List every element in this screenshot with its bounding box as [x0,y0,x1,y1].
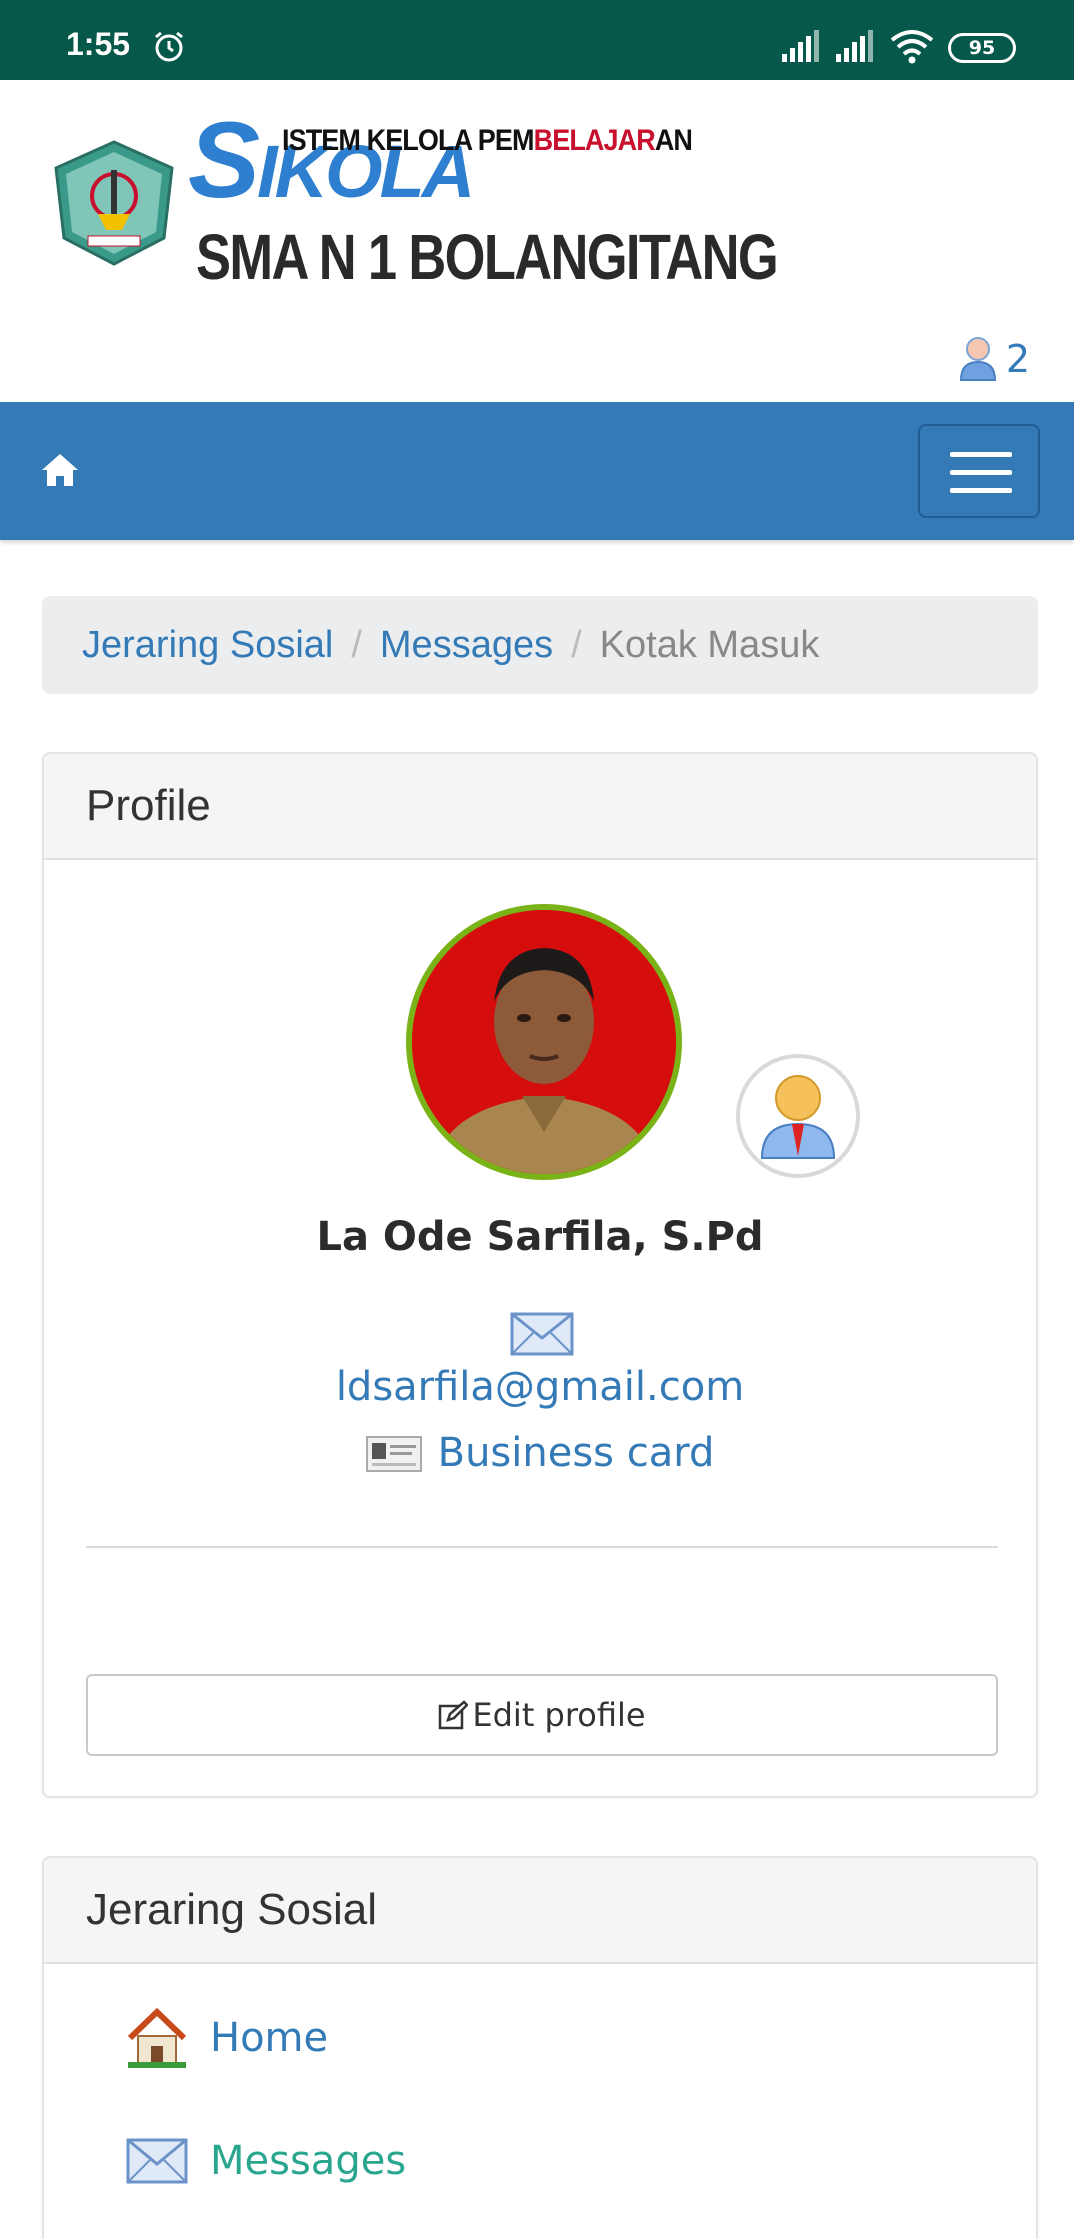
main-navbar [0,402,1074,540]
edit-profile-label: Edit profile [472,1696,646,1734]
breadcrumb-separator: / [351,623,362,666]
wifi-icon [890,30,934,64]
profile-panel-title: Profile [44,754,1036,860]
status-time: 1:55 [66,26,131,62]
divider [86,1546,998,1548]
social-panel-title: Jeraring Sosial [44,1858,1036,1964]
site-header: SIKOLA ISTEM KELOLA PEMBELAJARAN SMA N 1… [0,80,1074,402]
logo-school-name: SMA N 1 BOLANGITANG [196,221,779,293]
business-card-icon [365,1436,422,1472]
profile-panel: Profile La Ode Sarfila, S.Pd ldsarfila@g… [42,752,1038,1798]
business-card-label: Business card [437,1430,715,1476]
alarm-icon [155,31,183,62]
social-menu-home[interactable]: Home [126,2008,328,2068]
social-menu-messages[interactable]: Messages [126,2138,406,2184]
user-role-icon [760,1075,836,1159]
battery-indicator: 95 [948,33,1016,63]
edit-profile-button[interactable]: Edit profile [86,1674,998,1756]
breadcrumb-jeraring-sosial[interactable]: Jeraring Sosial [82,624,333,667]
signal-icon [836,30,873,62]
status-bar: 1:55 95 [0,0,1074,80]
mail-icon[interactable] [510,1312,574,1356]
logo-subtitle: ISTEM KELOLA PEMBELAJARAN [282,124,693,157]
breadcrumb-messages[interactable]: Messages [380,624,553,667]
signal-icon [782,30,819,62]
edit-icon [439,1700,469,1730]
breadcrumb-separator: / [571,623,582,666]
social-network-panel: Jeraring Sosial Home Messages [42,1856,1038,2239]
online-users[interactable]: 2 [958,336,1030,382]
avatar-photo [412,910,676,1174]
user-icon [959,337,996,381]
social-menu-home-label: Home [210,2015,329,2061]
home-icon[interactable] [40,452,80,488]
profile-email-link[interactable]: ldsarfila@gmail.com [44,1364,1036,1410]
school-emblem-logo[interactable] [48,138,180,268]
social-menu-messages-label: Messages [210,2138,407,2184]
online-users-count: 2 [1005,337,1030,381]
breadcrumb: Jeraring Sosial / Messages / Kotak Masuk [42,596,1038,694]
avatar[interactable] [406,904,682,1180]
profile-name: La Ode Sarfila, S.Pd [316,1214,764,1260]
menu-toggle-button[interactable] [918,424,1040,518]
house-icon [127,2008,187,2068]
mail-icon [126,2138,188,2184]
breadcrumb-current: Kotak Masuk [599,623,820,666]
role-badge [736,1054,860,1178]
business-card-link[interactable]: Business card [44,1430,1036,1476]
